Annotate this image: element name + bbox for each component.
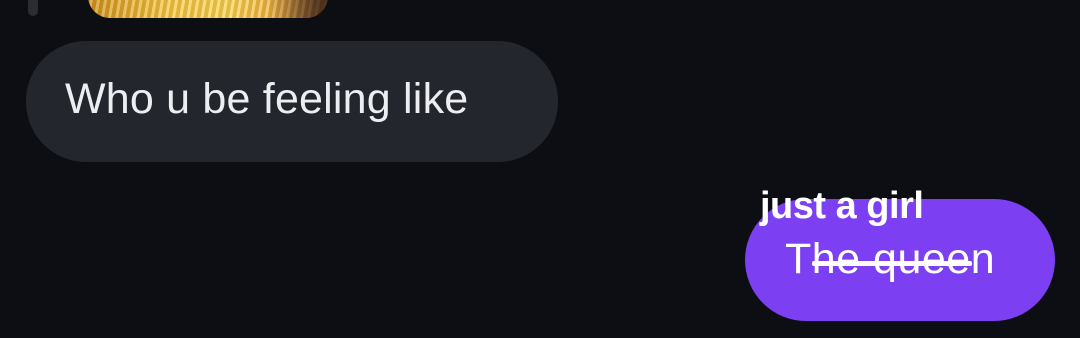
received-message-bubble[interactable]: Who u be feeling like [26, 41, 558, 162]
handwritten-overlay-text: just a girl [760, 185, 924, 227]
sent-message-text: The queen [785, 235, 996, 283]
chat-screen: Who u be feeling like The queen just a g… [0, 0, 1080, 338]
image-message-thumbnail[interactable] [88, 0, 328, 18]
strikethrough-mark [812, 261, 972, 266]
scroll-indicator[interactable] [28, 0, 38, 16]
received-message-text: Who u be feeling like [65, 75, 469, 123]
